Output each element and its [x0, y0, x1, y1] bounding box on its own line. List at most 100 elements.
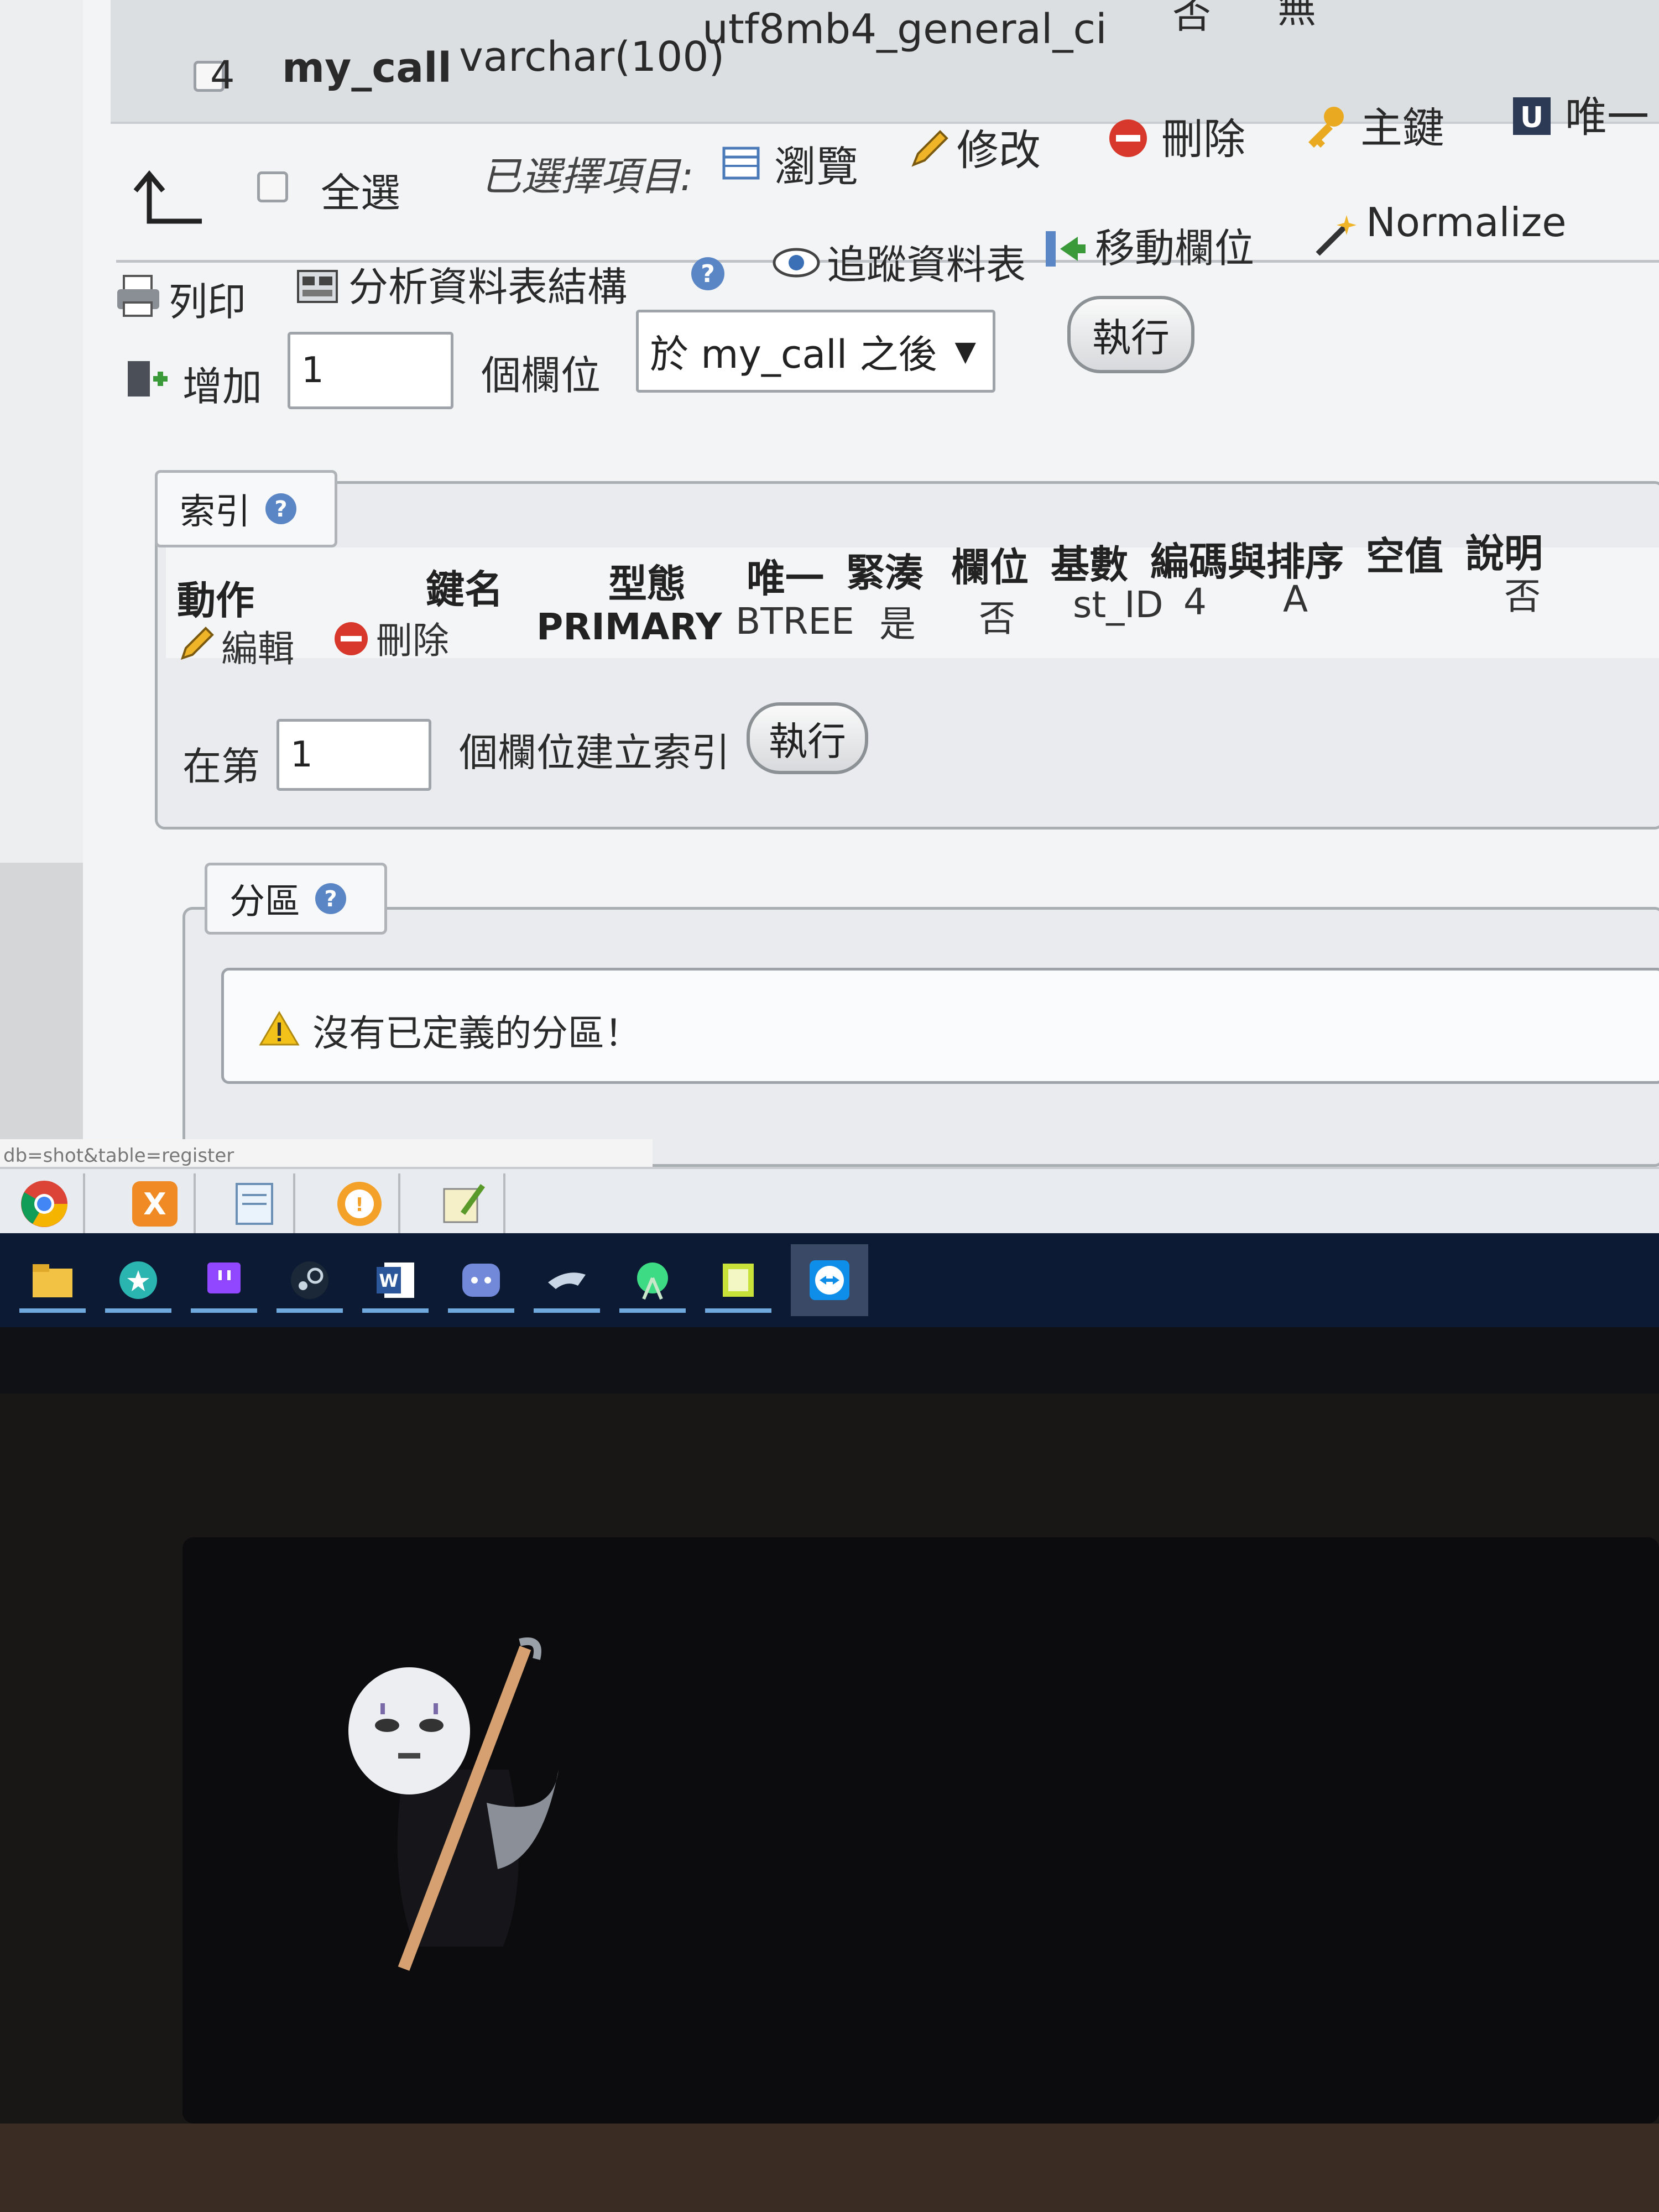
monitor-screen: 4 my_call varchar(100) utf8mb4_general_c…: [0, 0, 1659, 1233]
game-icon[interactable]: [528, 1244, 606, 1316]
print-label: 列印: [169, 279, 246, 325]
file-explorer-icon[interactable]: [14, 1244, 91, 1316]
notepad-icon[interactable]: [216, 1173, 295, 1233]
notes-icon[interactable]: [700, 1244, 777, 1316]
drop-icon: [332, 619, 371, 658]
partitions-legend: 分區 ?: [205, 863, 387, 935]
column-position-select[interactable]: 於 my_call 之後 ▼: [636, 310, 995, 393]
header-collation: 編碼與排序: [1150, 539, 1344, 585]
discord-icon[interactable]: [442, 1244, 520, 1316]
help-icon[interactable]: ?: [311, 879, 350, 918]
svg-text:?: ?: [701, 260, 715, 288]
chevron-down-icon: ▼: [954, 335, 976, 367]
index-null: 否: [1504, 575, 1541, 618]
add-column-icon: [122, 354, 171, 404]
teamviewer-icon[interactable]: [791, 1244, 868, 1316]
column-unit-label: 個欄位: [481, 352, 601, 399]
column-position-value: 於 my_call 之後: [650, 331, 937, 377]
figurine: [321, 1637, 597, 1980]
analyze-icon: [293, 263, 343, 312]
steam-icon[interactable]: [271, 1244, 348, 1316]
create-index-go-button[interactable]: 執行: [747, 702, 868, 774]
add-columns-go-button[interactable]: 執行: [1067, 296, 1194, 373]
android-studio-icon[interactable]: [614, 1244, 691, 1316]
svg-text:U: U: [1520, 101, 1543, 134]
xampp-icon[interactable]: X: [116, 1173, 196, 1233]
no-partitions-notice: 沒有已定義的分區！: [221, 968, 1659, 1084]
browse-icon: [719, 141, 763, 185]
drop-label: 刪除: [1161, 114, 1245, 164]
chrome-icon[interactable]: [6, 1173, 85, 1233]
printer-icon: [113, 271, 163, 321]
header-packed: 緊湊: [846, 550, 924, 596]
column-attributes: 否: [1172, 0, 1211, 37]
pencil-icon: [907, 127, 951, 171]
help-icon[interactable]: ?: [686, 252, 730, 296]
analyze-label: 分析資料表結構: [348, 264, 628, 310]
svg-text:X: X: [143, 1187, 166, 1222]
select-all-checkbox[interactable]: [257, 171, 288, 202]
browse-label: 瀏覽: [774, 142, 858, 191]
warning-icon: [257, 1009, 301, 1048]
primary-label: 主鍵: [1360, 103, 1444, 153]
add-label: 增加: [182, 363, 263, 410]
row-number: 4: [210, 53, 235, 98]
navigation-panel-body: [0, 0, 83, 863]
index-cardinality: 4: [1183, 581, 1207, 623]
header-keyname: 鍵名: [426, 567, 503, 612]
index-column: st_ID: [1073, 583, 1164, 626]
desk-edge: [0, 2124, 1659, 2212]
key-icon: [1300, 102, 1349, 152]
magic-wand-icon: [1311, 210, 1360, 260]
normalize-label: Normalize: [1366, 199, 1567, 246]
header-action: 動作: [177, 578, 254, 623]
unique-label: 唯一: [1565, 92, 1649, 142]
word-icon[interactable]: W: [357, 1244, 434, 1316]
header-type: 型態: [608, 561, 686, 607]
index-packed: 否: [979, 597, 1015, 640]
partitions-legend-label: 分區: [229, 881, 300, 922]
windows-taskbar: W: [0, 1233, 1659, 1327]
help-icon[interactable]: ?: [262, 489, 300, 528]
navigation-panel: [0, 0, 86, 1161]
monitor-bezel: [0, 1327, 1659, 1394]
header-unique: 唯一: [747, 556, 824, 601]
with-selected-label: 已選擇項目:: [481, 153, 694, 200]
header-column: 欄位: [951, 545, 1029, 590]
index-edit-label: 編輯: [221, 628, 294, 670]
header-null: 空值: [1366, 534, 1443, 579]
column-type: varchar(100): [459, 33, 725, 81]
index-unique: 是: [879, 603, 916, 645]
svg-text:?: ?: [274, 497, 287, 522]
svg-text:!: !: [355, 1194, 364, 1216]
pencil-icon: [177, 625, 216, 664]
alert-app-icon[interactable]: !: [321, 1173, 400, 1233]
index-keyname: PRIMARY: [536, 606, 722, 648]
add-column-count-input[interactable]: 1: [288, 332, 453, 409]
create-index-prefix: 在第: [182, 744, 260, 789]
move-columns-label: 移動欄位: [1095, 225, 1255, 272]
image-editor-icon[interactable]: [426, 1173, 505, 1233]
svg-text:?: ?: [324, 886, 337, 912]
no-partitions-message: 沒有已定義的分區！: [312, 1012, 641, 1055]
track-table-label: 追蹤資料表: [827, 242, 1026, 288]
move-columns-icon: [1040, 224, 1089, 274]
select-all-label[interactable]: 全選: [321, 160, 400, 218]
unique-icon: U: [1510, 94, 1554, 138]
arrow-up-icon: [122, 166, 210, 232]
change-label: 修改: [957, 126, 1041, 175]
indexes-legend: 索引 ?: [155, 470, 337, 547]
index-drop-label: 刪除: [376, 619, 449, 662]
indexes-legend-label: 索引: [180, 492, 251, 533]
header-cardinality: 基數: [1051, 542, 1128, 587]
twitch-icon[interactable]: [185, 1244, 263, 1316]
create-index-suffix: 個欄位建立索引: [459, 730, 730, 775]
index-collation: A: [1283, 578, 1308, 620]
create-index-count-input[interactable]: 1: [276, 719, 431, 791]
store-icon[interactable]: [100, 1244, 177, 1316]
column-name: my_call: [282, 44, 452, 92]
svg-text:W: W: [379, 1270, 398, 1291]
eye-icon: [771, 241, 821, 285]
drop-icon: [1106, 116, 1150, 160]
index-type: BTREE: [735, 600, 854, 643]
